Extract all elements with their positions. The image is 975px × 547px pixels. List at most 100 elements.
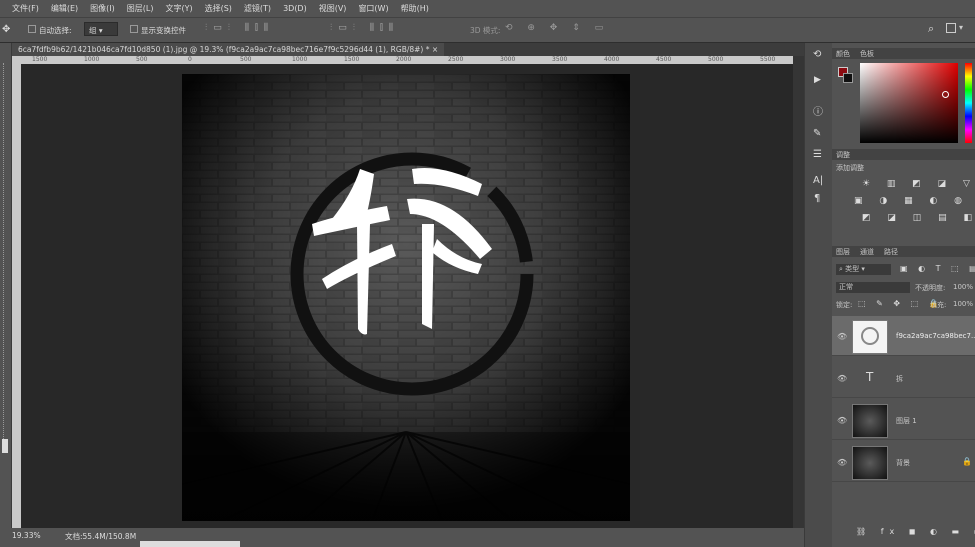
- menu-window[interactable]: 窗口(W): [358, 3, 388, 14]
- menu-bar: 文件(F) 编辑(E) 图像(I) 图层(L) 文字(Y) 选择(S) 滤镜(T…: [0, 0, 975, 17]
- document-canvas[interactable]: 拆: [182, 74, 630, 521]
- brush-icon[interactable]: ✎: [813, 128, 821, 139]
- tab-layers[interactable]: 图层: [836, 247, 850, 257]
- fill-value[interactable]: 100%: [953, 300, 973, 308]
- visibility-eye-icon[interactable]: 👁: [837, 458, 847, 467]
- vertical-ruler: [12, 64, 21, 528]
- menu-image[interactable]: 图像(I): [90, 3, 115, 14]
- menu-filter[interactable]: 滤镜(T): [244, 3, 271, 14]
- close-icon[interactable]: ×: [432, 45, 438, 54]
- hue-slider[interactable]: [965, 63, 972, 143]
- paragraph-icon[interactable]: ¶: [814, 193, 820, 204]
- doc-info: 文档:55.4M/150.8M: [65, 532, 137, 541]
- show-transform-checkbox[interactable]: [130, 25, 138, 33]
- adjustments-panel-header: 调整: [832, 149, 975, 160]
- ruler-tick-label: 500: [240, 56, 252, 63]
- layers-panel-header: 图层 通道 路径: [832, 246, 975, 257]
- menu-file[interactable]: 文件(F): [12, 3, 39, 14]
- horizontal-ruler: 1500 1000 500 0 500 1000 1500 2000 2500 3000 3500 4…: [12, 56, 810, 64]
- layer-row[interactable]: 👁 f9ca2a9ac7ca98bec7...: [832, 316, 975, 356]
- layer-action-icons[interactable]: ⛓ fx ◼ ◐ ▬ ▭ 🗑: [856, 527, 975, 536]
- visibility-eye-icon[interactable]: 👁: [837, 332, 847, 341]
- ruler-tick-label: 1500: [32, 56, 48, 63]
- layer-kind-filter[interactable]: ⌕ 类型 ▾: [836, 264, 891, 275]
- ruler-tick-label: 2500: [448, 56, 464, 63]
- tab-color[interactable]: 颜色: [836, 49, 850, 59]
- show-transform-label: 显示变换控件: [141, 26, 186, 35]
- fill-label: 填充:: [930, 301, 947, 309]
- ruler-tick-label: 0: [188, 56, 192, 63]
- workspace-icon[interactable]: [946, 23, 956, 33]
- move-tool-icon[interactable]: ✥: [2, 24, 10, 35]
- add-adjustment-label: 添加调整: [836, 164, 864, 172]
- 3d-mode-icons[interactable]: ⟲ ⊕ ✥ ⇕ ▭: [505, 23, 609, 33]
- auto-select-dropdown[interactable]: 组 ▾: [84, 22, 118, 36]
- ruler-tick-label: 2000: [396, 56, 412, 63]
- ruler-tick-label: 1000: [84, 56, 100, 63]
- blend-mode-dropdown[interactable]: 正常: [836, 282, 910, 293]
- menu-help[interactable]: 帮助(H): [401, 3, 429, 14]
- menu-type[interactable]: 文字(Y): [165, 3, 192, 14]
- horizontal-scrollbar[interactable]: [140, 541, 240, 547]
- layer-thumbnail: [852, 320, 888, 354]
- align-buttons[interactable]: ⫶▭⫶ ⫼⫿⫼: [205, 23, 274, 33]
- history-icon[interactable]: ⟲: [813, 49, 821, 60]
- canvas-area[interactable]: 拆: [21, 64, 793, 528]
- info-icon[interactable]: ⓘ: [813, 103, 823, 118]
- layer-row[interactable]: 👁 背景 🔒: [832, 442, 975, 482]
- lock-icon: 🔒: [962, 457, 972, 466]
- tab-swatches[interactable]: 色板: [860, 49, 874, 59]
- status-bar: 19.33% 文档:55.4M/150.8M: [0, 528, 810, 547]
- visibility-eye-icon[interactable]: 👁: [837, 416, 847, 425]
- brush-settings-icon[interactable]: ☰: [813, 149, 822, 160]
- adjustment-icons-row2[interactable]: ▣ ◑ ▦ ◐ ◍ ▩: [854, 196, 975, 206]
- layer-filter-icons[interactable]: ▣ ◐ T ⬚ ▤: [900, 264, 975, 273]
- tab-adjustments[interactable]: 调整: [836, 150, 850, 160]
- ruler-tick-label: 3500: [552, 56, 568, 63]
- layer-thumbnail: [852, 404, 888, 438]
- distribute-buttons[interactable]: ⫶▭⫶ ⫼⫿⫼: [330, 23, 399, 33]
- ruler-tick-label: 1500: [344, 56, 360, 63]
- layer-thumbnail: [852, 446, 888, 480]
- document-tab[interactable]: 6ca7fdfb9b62/1421b046ca7fd10d850 (1).jpg…: [12, 43, 445, 56]
- color-picker-cursor[interactable]: [942, 91, 949, 98]
- ruler-tick-label: 4500: [656, 56, 672, 63]
- ruler-tick-label: 500: [136, 56, 148, 63]
- visibility-eye-icon[interactable]: 👁: [837, 374, 847, 383]
- adjustment-icons-row3[interactable]: ◩ ◪ ◫ ▤ ◧: [862, 213, 975, 223]
- panel-dock: ⟲ ▶ ⓘ ✎ ☰ A| ¶: [804, 43, 832, 547]
- layers-list: 👁 f9ca2a9ac7ca98bec7... 👁 T 拆 👁 图层 1 👁 背…: [832, 316, 975, 516]
- layer-row[interactable]: 👁 图层 1: [832, 400, 975, 440]
- tool-icons-strip[interactable]: [3, 63, 8, 443]
- lock-label: 锁定:: [836, 301, 853, 309]
- actions-play-icon[interactable]: ▶: [814, 75, 821, 85]
- tab-paths[interactable]: 路径: [884, 247, 898, 257]
- zoom-level[interactable]: 19.33%: [12, 531, 41, 540]
- menu-select[interactable]: 选择(S): [205, 3, 232, 14]
- tools-panel: [0, 43, 12, 547]
- foreground-swatch-small[interactable]: [2, 439, 8, 453]
- workspace-dropdown[interactable]: ▾: [959, 23, 963, 32]
- ruler-tick-label: 1000: [292, 56, 308, 63]
- layer-name: 背景: [896, 459, 910, 467]
- menu-3d[interactable]: 3D(D): [283, 4, 307, 13]
- auto-select-checkbox[interactable]: [28, 25, 36, 33]
- document-tab-bar: 6ca7fdfb9b62/1421b046ca7fd10d850 (1).jpg…: [12, 43, 820, 56]
- menu-edit[interactable]: 编辑(E): [51, 3, 78, 14]
- ruler-tick-label: 5500: [760, 56, 776, 63]
- vertical-scrollbar[interactable]: [793, 56, 804, 528]
- menu-view[interactable]: 视图(V): [319, 3, 347, 14]
- opacity-value[interactable]: 100%: [953, 283, 973, 291]
- layer-row[interactable]: 👁 T 拆: [832, 358, 975, 398]
- character-icon[interactable]: A|: [813, 175, 823, 186]
- ruler-tick-label: 3000: [500, 56, 516, 63]
- background-color-swatch[interactable]: [843, 73, 853, 83]
- adjustment-icons-row1[interactable]: ☀ ▥ ◩ ◪ ▽: [862, 179, 975, 189]
- tab-channels[interactable]: 通道: [860, 247, 874, 257]
- color-picker-field[interactable]: [860, 63, 958, 143]
- menu-layer[interactable]: 图层(L): [127, 3, 154, 14]
- color-panel-header: 颜色 色板: [832, 48, 975, 59]
- ruler-tick-label: 4000: [604, 56, 620, 63]
- search-icon[interactable]: ⌕: [928, 22, 934, 36]
- right-panels: 颜色色板 调整 添加调整 ☀ ▥ ◩ ◪ ▽ ▣ ◑ ▦ ◐ ◍ ▩ ◩ ◪ ◫…: [832, 43, 975, 547]
